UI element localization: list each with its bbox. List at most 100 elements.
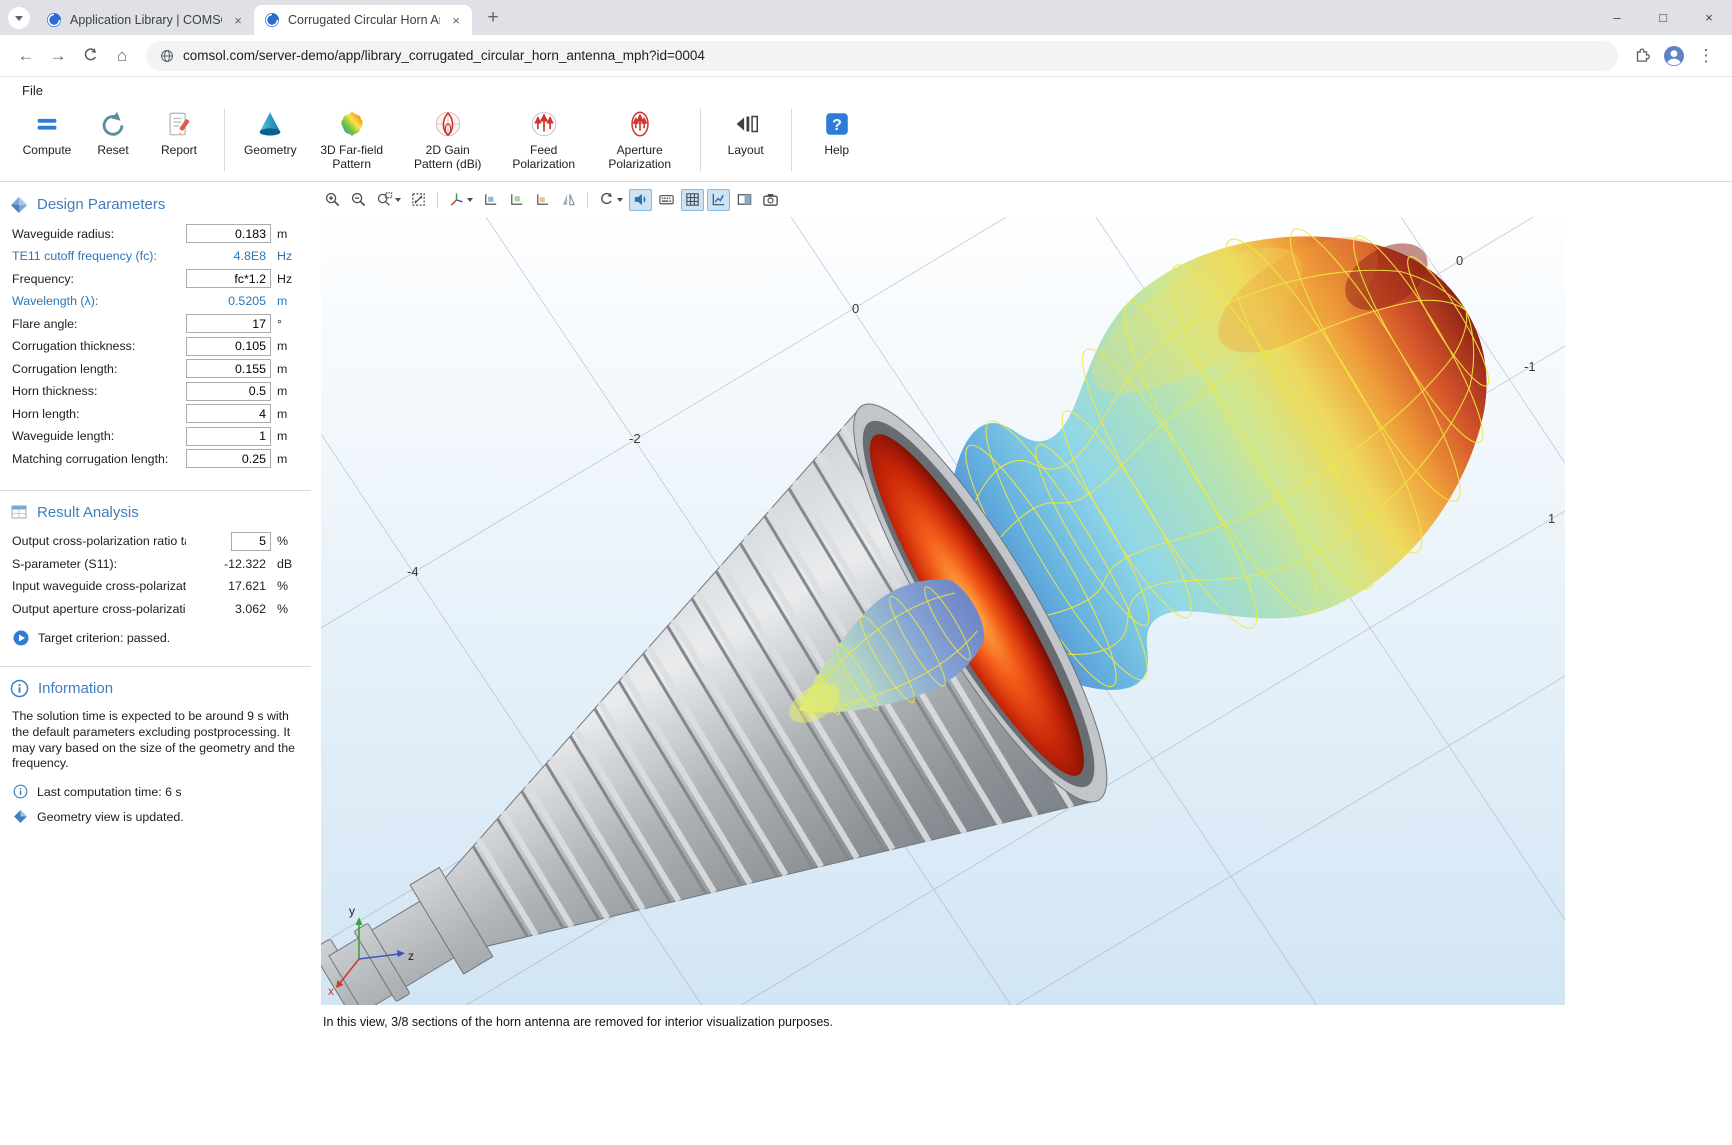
horn-thickness-input[interactable] [186, 382, 271, 401]
svg-text:0: 0 [1456, 253, 1463, 268]
report-label: Report [161, 144, 197, 158]
corrugation-length-input[interactable] [186, 359, 271, 378]
browser-menu-button[interactable]: ⋮ [1692, 42, 1720, 70]
tab-close-icon[interactable]: × [448, 12, 464, 28]
zoom-box-button[interactable] [373, 189, 404, 211]
result-row: S-parameter (S11): -12.322 dB [0, 553, 311, 576]
svg-text:?: ? [832, 117, 842, 134]
axis-view-zx-button[interactable] [531, 189, 554, 211]
param-row: Corrugation thickness: m [0, 335, 311, 358]
view-caption: In this view, 3/8 sections of the horn a… [323, 1015, 1732, 1029]
ribbon-separator [791, 109, 792, 171]
zoom-in-icon [324, 191, 341, 208]
aperture-polarization-button[interactable]: Aperture Polarization [592, 105, 688, 175]
help-button[interactable]: ? Help [804, 105, 870, 161]
tab-close-icon[interactable]: × [230, 12, 246, 28]
graphics-panel: 0 -2 -4 0 -1 1 y [311, 182, 1732, 1029]
zoom-out-button[interactable] [347, 189, 370, 211]
reload-button[interactable] [76, 42, 104, 70]
report-button[interactable]: Report [146, 105, 212, 161]
axis-view-yz-button[interactable] [505, 189, 528, 211]
tab-title: Corrugated Circular Horn Anten [288, 13, 440, 27]
browser-tab-application-library[interactable]: Application Library | COMSOL S × [36, 5, 254, 35]
design-parameters-icon [10, 196, 28, 214]
tab-title: Application Library | COMSOL S [70, 13, 222, 27]
param-row: Waveguide length: m [0, 425, 311, 448]
corrugation-thickness-input[interactable] [186, 337, 271, 356]
help-icon: ? [822, 108, 852, 140]
gain-2d-label: 2D Gain Pattern (dBi) [407, 144, 489, 172]
rotate-button[interactable] [595, 189, 626, 211]
layout-button[interactable]: Layout [713, 105, 779, 161]
cross-polarization-target-input[interactable] [231, 532, 271, 551]
svg-text:1: 1 [1548, 511, 1555, 526]
compute-label: Compute [23, 144, 72, 158]
rotate-icon [598, 191, 615, 208]
reset-button[interactable]: Reset [80, 105, 146, 161]
geometry-button[interactable]: Geometry [237, 105, 304, 161]
mirror-view-button[interactable] [557, 189, 580, 211]
transparency-button[interactable] [733, 189, 756, 211]
graphics-canvas[interactable]: 0 -2 -4 0 -1 1 y [321, 217, 1565, 1005]
grid-button[interactable] [681, 189, 704, 211]
grid-icon [684, 191, 701, 208]
speaker-icon [632, 191, 649, 208]
extensions-button[interactable] [1628, 42, 1656, 70]
zoom-extents-button[interactable] [407, 189, 430, 211]
environment-button[interactable] [655, 189, 678, 211]
image-snapshot-button[interactable] [759, 189, 782, 211]
matching-corrugation-length-input[interactable] [186, 449, 271, 468]
chevron-down-icon [15, 16, 23, 21]
ribbon-separator [224, 109, 225, 171]
zoom-out-icon [350, 191, 367, 208]
horn-length-input[interactable] [186, 404, 271, 423]
minimize-button[interactable]: – [1594, 0, 1640, 35]
target-criterion-row: Target criterion: passed. [0, 620, 311, 646]
last-computation-text: Last computation time: 6 s [37, 785, 182, 799]
forward-button[interactable]: → [44, 42, 72, 70]
browser-address-bar: ← → ⌂ comsol.com/server-demo/app/library… [0, 35, 1732, 77]
param-row: Corrugation length: m [0, 358, 311, 381]
flare-angle-input[interactable] [186, 314, 271, 333]
gain-2d-icon [433, 108, 463, 140]
maximize-button[interactable]: □ [1640, 0, 1686, 35]
compute-icon [32, 108, 62, 140]
waveguide-length-input[interactable] [186, 427, 271, 446]
s11-value: -12.322 [186, 557, 271, 571]
new-tab-button[interactable]: + [480, 5, 506, 31]
close-button[interactable]: × [1686, 0, 1732, 35]
scene-light-button[interactable] [629, 189, 652, 211]
farfield-3d-button[interactable]: 3D Far-field Pattern [304, 105, 400, 175]
tab-search-button[interactable] [8, 7, 30, 29]
back-button[interactable]: ← [12, 42, 40, 70]
address-input[interactable]: comsol.com/server-demo/app/library_corru… [146, 41, 1618, 71]
svg-text:x: x [328, 984, 334, 998]
puzzle-icon [1633, 47, 1651, 65]
feed-polarization-button[interactable]: Feed Polarization [496, 105, 592, 175]
axis-triad-icon [448, 191, 465, 208]
frequency-input[interactable] [186, 269, 271, 288]
axis-view-xy-icon [482, 191, 499, 208]
file-menu[interactable]: File [16, 81, 49, 100]
waveguide-radius-input[interactable] [186, 224, 271, 243]
axis-view-xy-button[interactable] [479, 189, 502, 211]
axis-view-zx-icon [534, 191, 551, 208]
gain-2d-button[interactable]: 2D Gain Pattern (dBi) [400, 105, 496, 175]
zoom-in-button[interactable] [321, 189, 344, 211]
home-button[interactable]: ⌂ [108, 42, 136, 70]
play-circle-icon [13, 630, 29, 646]
ribbon-separator [700, 109, 701, 171]
help-label: Help [824, 144, 849, 158]
input-cross-polarization-value: 17.621 [186, 579, 271, 593]
comsol-app: File Compute Reset Report Geomet [0, 77, 1732, 1029]
info-small-icon [13, 784, 28, 799]
section-title: Result Analysis [37, 504, 139, 521]
section-title: Information [38, 680, 113, 697]
material-color-button[interactable] [707, 189, 730, 211]
information-icon [10, 679, 29, 698]
default-view-button[interactable] [445, 189, 476, 211]
browser-tab-horn-antenna[interactable]: Corrugated Circular Horn Anten × [254, 5, 472, 35]
profile-avatar[interactable] [1660, 42, 1688, 70]
information-section: Information The solution time is expecte… [0, 666, 311, 836]
compute-button[interactable]: Compute [14, 105, 80, 161]
